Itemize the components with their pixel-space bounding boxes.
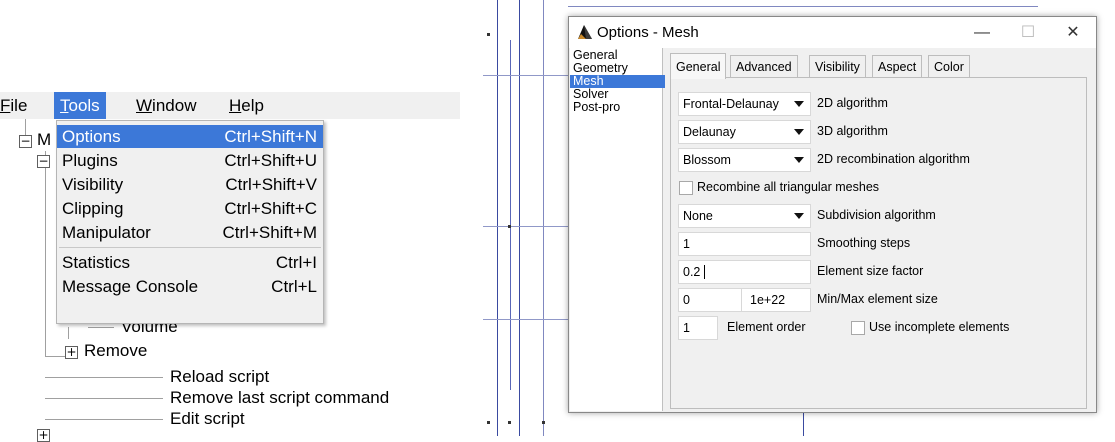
mesh-line — [803, 412, 804, 436]
tree-item-root[interactable]: M — [37, 130, 51, 150]
tab-visibility[interactable]: Visibility — [809, 55, 866, 78]
tree-line — [68, 327, 69, 339]
dropdown-arrow-icon — [794, 101, 804, 107]
menu-label-rest: elp — [241, 96, 264, 115]
menu-label-rest: ools — [68, 96, 100, 115]
mesh-line — [519, 0, 520, 436]
algo2d-select[interactable]: Frontal-Delaunay — [678, 92, 811, 116]
tab-advanced[interactable]: Advanced — [730, 55, 798, 78]
dialog-titlebar[interactable]: Options - Mesh — ☐ ✕ — [569, 17, 1096, 48]
smoothing-steps-input[interactable]: 1 — [678, 232, 811, 256]
menu-bar: File Tools Window Help — [0, 92, 460, 119]
tools-menu-dropdown: Options Ctrl+Shift+N Plugins Ctrl+Shift+… — [56, 120, 324, 324]
menu-mnemonic: F — [0, 96, 11, 115]
menu-mnemonic: T — [60, 96, 69, 115]
algo2d-label: 2D algorithm — [817, 96, 888, 110]
menu-item-manipulator[interactable]: Manipulator Ctrl+Shift+M — [57, 221, 323, 244]
algo3d-select[interactable]: Delaunay — [678, 120, 811, 144]
mesh-node — [487, 33, 490, 36]
recombination-algo-select[interactable]: Blossom — [678, 148, 811, 172]
element-order-input[interactable]: 1 — [678, 316, 718, 340]
dropdown-arrow-icon — [794, 213, 804, 219]
incomplete-elements-label: Use incomplete elements — [869, 320, 1010, 334]
menu-label-rest: ile — [10, 96, 28, 115]
tree-line — [45, 398, 163, 399]
tree-line — [88, 327, 114, 328]
minimize-button[interactable]: — — [959, 17, 1005, 48]
options-dialog: Options - Mesh — ☐ ✕ General Geometry Me… — [568, 16, 1097, 413]
mesh-line — [483, 226, 568, 227]
app-window-left: File Tools Window Help − M − Volume + Re… — [0, 0, 460, 442]
algo3d-label: 3D algorithm — [817, 124, 888, 138]
menu-item-visibility[interactable]: Visibility Ctrl+Shift+V — [57, 173, 323, 196]
close-button[interactable]: ✕ — [1050, 17, 1096, 48]
menu-separator — [59, 247, 321, 248]
category-post-pro[interactable]: Post-pro — [570, 101, 665, 114]
dropdown-arrow-icon — [794, 129, 804, 135]
tree-item-remove-last-command[interactable]: Remove last script command — [170, 388, 389, 408]
tree-line — [45, 356, 65, 357]
maximize-button[interactable]: ☐ — [1005, 17, 1051, 48]
menu-mnemonic: W — [136, 96, 153, 115]
mesh-node — [508, 225, 511, 228]
tree-item-remove[interactable]: Remove — [84, 341, 147, 361]
menu-item-clipping[interactable]: Clipping Ctrl+Shift+C — [57, 197, 323, 220]
collapse-toggle-icon[interactable]: − — [19, 135, 32, 148]
expand-toggle-icon[interactable]: + — [65, 346, 78, 359]
mesh-line — [543, 0, 544, 436]
max-size-input[interactable]: 1e+22 — [741, 288, 811, 312]
tree-item-reload-script[interactable]: Reload script — [170, 367, 269, 387]
subdivision-select[interactable]: None — [678, 204, 811, 228]
size-factor-input[interactable]: 0.2 — [678, 260, 811, 284]
tab-aspect[interactable]: Aspect — [872, 55, 923, 78]
tree-line — [45, 151, 46, 356]
mesh-node — [508, 421, 511, 424]
tree-line — [45, 419, 163, 420]
dialog-title: Options - Mesh — [597, 24, 699, 41]
recombine-all-checkbox[interactable] — [679, 181, 693, 195]
menu-item-message-console[interactable]: Message Console Ctrl+L — [57, 275, 323, 298]
smoothing-steps-label: Smoothing steps — [817, 236, 911, 250]
mesh-node — [542, 421, 545, 424]
incomplete-elements-checkbox[interactable] — [851, 321, 865, 335]
mesh-line — [483, 75, 568, 76]
menu-help[interactable]: Help — [223, 92, 270, 119]
mesh-line — [483, 319, 568, 320]
text-cursor — [704, 265, 705, 279]
gmsh-logo-icon — [578, 25, 592, 39]
subdivision-label: Subdivision algorithm — [817, 208, 936, 222]
dropdown-arrow-icon — [794, 157, 804, 163]
tree-line — [45, 377, 163, 378]
menu-window[interactable]: Window — [130, 92, 202, 119]
tab-color[interactable]: Color — [928, 55, 970, 78]
menu-tools[interactable]: Tools — [54, 92, 106, 119]
general-tab-panel: Frontal-Delaunay 2D algorithm Delaunay 3… — [670, 77, 1087, 409]
mesh-line — [497, 0, 498, 436]
mesh-node — [487, 421, 490, 424]
recombine-all-label: Recombine all triangular meshes — [697, 180, 880, 194]
menu-item-statistics[interactable]: Statistics Ctrl+I — [57, 251, 323, 274]
element-order-label: Element order — [727, 320, 806, 334]
mesh-viewport[interactable]: Options - Mesh — ☐ ✕ General Geometry Me… — [483, 0, 1115, 436]
category-list: General Geometry Mesh Solver Post-pro — [570, 48, 665, 411]
recombination-algo-label: 2D recombination algorithm — [817, 152, 970, 166]
minmax-size-label: Min/Max element size — [817, 292, 938, 306]
min-size-input[interactable]: 0 — [678, 288, 742, 312]
menu-label-rest: indow — [152, 96, 197, 115]
collapse-toggle-icon[interactable]: − — [37, 155, 50, 168]
tree-item-edit-script[interactable]: Edit script — [170, 409, 245, 429]
menu-item-options[interactable]: Options Ctrl+Shift+N — [57, 125, 323, 148]
size-factor-label: Element size factor — [817, 264, 924, 278]
tab-general[interactable]: General — [670, 53, 727, 79]
mesh-line — [568, 6, 1038, 7]
menu-mnemonic: H — [229, 96, 242, 115]
menu-item-plugins[interactable]: Plugins Ctrl+Shift+U — [57, 149, 323, 172]
mesh-line — [510, 40, 511, 390]
menu-file[interactable]: File — [0, 92, 33, 119]
